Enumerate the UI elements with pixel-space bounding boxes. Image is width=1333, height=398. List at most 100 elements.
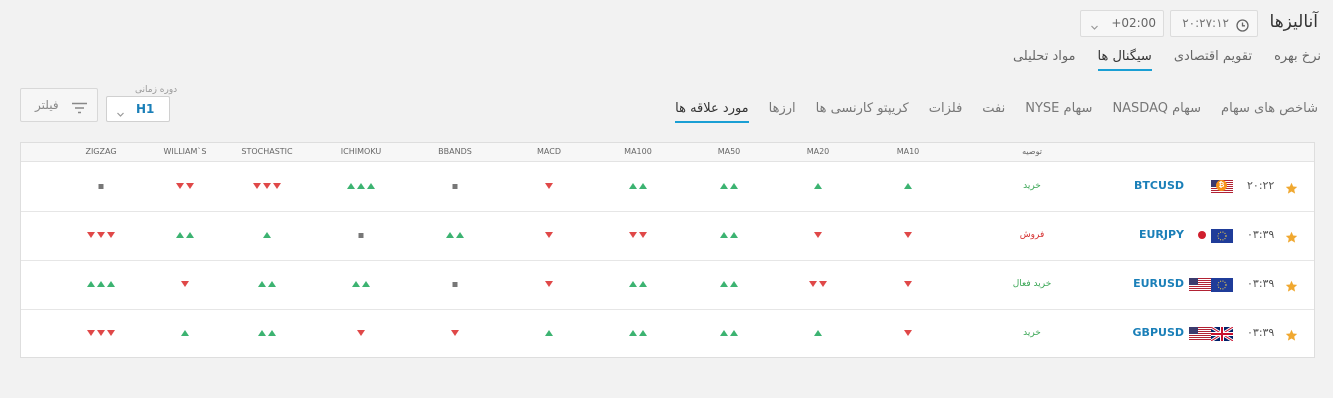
signal-indicator: [629, 231, 647, 239]
signal-down-icon: [545, 232, 553, 238]
row-symbol[interactable]: EURJPY: [1139, 228, 1184, 241]
column-header: ZIGZAG: [85, 147, 117, 156]
tab-stock-indices[interactable]: شاخص های سهام: [1221, 101, 1318, 123]
us-flag-icon: [1189, 326, 1211, 341]
signal-indicator: [347, 182, 375, 190]
signal-down-icon: [809, 281, 817, 287]
tab-analytical-materials[interactable]: مواد تحلیلی: [1013, 49, 1076, 71]
star-icon[interactable]: [1285, 278, 1298, 297]
column-header: BBANDS: [438, 147, 472, 156]
table-row[interactable]: ۰۳:۳۹ EURJPY فروش: [21, 212, 1314, 261]
signal-indicator: [352, 280, 370, 288]
server-time: ۲۰:۲۷:۱۲: [1182, 16, 1229, 30]
signal-up-icon: [258, 330, 266, 336]
server-time-display: ۲۰:۲۷:۱۲: [1170, 10, 1258, 37]
signal-indicator: [87, 329, 115, 337]
signal-down-icon: [629, 232, 637, 238]
eu-flag-icon: [1211, 277, 1233, 292]
signal-down-icon: [97, 330, 105, 336]
row-time: ۲۰:۲۲: [1247, 179, 1275, 192]
signal-up-icon: [176, 232, 184, 238]
signal-up-icon: [639, 330, 647, 336]
row-symbol[interactable]: GBPUSD: [1133, 326, 1184, 339]
signal-indicator: [904, 329, 912, 337]
signal-indicator: [545, 280, 553, 288]
signal-indicator: [904, 231, 912, 239]
signal-down-icon: [186, 183, 194, 189]
signal-up-icon: [720, 281, 728, 287]
column-header: توصیه: [1022, 147, 1042, 156]
signal-indicator: [253, 182, 281, 190]
signal-down-icon: [357, 330, 365, 336]
tab-nasdaq-stocks[interactable]: سهام NASDAQ: [1112, 101, 1201, 123]
signal-indicator: [263, 231, 271, 239]
recommendation: خرید: [1023, 328, 1041, 338]
signal-down-icon: [87, 232, 95, 238]
star-icon[interactable]: [1285, 229, 1298, 248]
column-header: WILLIAM`S: [163, 147, 207, 156]
eu-flag-icon: [1211, 228, 1233, 243]
tab-currencies[interactable]: ارزها: [769, 101, 796, 123]
signal-up-icon: [730, 281, 738, 287]
signal-indicator: [452, 182, 458, 190]
page-title: آنالیزها: [1269, 12, 1318, 32]
table-row[interactable]: ۰۳:۳۹ GBPUSD خرید: [21, 310, 1314, 359]
signal-indicator: [258, 329, 276, 337]
column-header: MA10: [896, 147, 920, 156]
signal-up-icon: [545, 330, 553, 336]
signal-down-icon: [107, 232, 115, 238]
signal-down-icon: [181, 281, 189, 287]
signal-neutral-icon: [452, 183, 458, 189]
row-symbol[interactable]: BTCUSD: [1134, 179, 1184, 192]
filter-button[interactable]: فیلتر: [20, 88, 98, 122]
signal-up-icon: [629, 281, 637, 287]
signal-down-icon: [545, 183, 553, 189]
tab-metals[interactable]: فلزات: [929, 101, 963, 123]
signal-up-icon: [629, 330, 637, 336]
row-time: ۰۳:۳۹: [1247, 228, 1275, 241]
tab-favorites[interactable]: مورد علاقه ها: [675, 101, 749, 123]
signal-down-icon: [451, 330, 459, 336]
signal-indicator: [87, 280, 115, 288]
signal-indicator: [451, 329, 459, 337]
tab-nyse-stocks[interactable]: سهام NYSE: [1025, 101, 1092, 123]
signal-up-icon: [347, 183, 355, 189]
star-icon[interactable]: [1285, 180, 1298, 199]
period-select[interactable]: H1: [106, 96, 170, 122]
signal-up-icon: [730, 232, 738, 238]
uk-flag-icon: [1210, 325, 1234, 343]
signal-up-icon: [639, 281, 647, 287]
japan-flag-icon: [1198, 231, 1206, 239]
signal-down-icon: [273, 183, 281, 189]
signal-indicator: [357, 329, 365, 337]
signals-table: توصیه MA10 MA20 MA50 MA100 MACD BBANDS ICHIMOKU…: [20, 142, 1315, 358]
us-flag-icon: [1189, 277, 1211, 292]
tab-cryptocurrencies[interactable]: کریپتو کارنسی ها: [816, 101, 909, 123]
filter-icon: [71, 99, 88, 118]
tab-interest-rates[interactable]: نرخ بهره: [1274, 49, 1321, 71]
signal-indicator: [814, 182, 822, 190]
signal-indicator: [809, 280, 827, 288]
column-header: MA100: [624, 147, 652, 156]
timezone-value: +02:00: [1111, 16, 1156, 30]
table-row[interactable]: ۲۰:۲۲ ₿ BTCUSD خرید: [21, 163, 1314, 212]
timezone-select[interactable]: +02:00: [1080, 10, 1164, 37]
star-icon[interactable]: [1285, 327, 1298, 346]
signal-up-icon: [87, 281, 95, 287]
tab-oil[interactable]: نفت: [982, 101, 1005, 123]
row-time: ۰۳:۳۹: [1247, 277, 1275, 290]
row-time: ۰۳:۳۹: [1247, 326, 1275, 339]
signal-up-icon: [97, 281, 105, 287]
signal-up-icon: [362, 281, 370, 287]
signal-indicator: [181, 280, 189, 288]
signal-neutral-icon: [98, 183, 104, 189]
signal-down-icon: [107, 330, 115, 336]
table-row[interactable]: ۰۳:۳۹ EURUSD خرید فعال: [21, 261, 1314, 310]
tab-economic-calendar[interactable]: تقویم اقتصادی: [1174, 49, 1252, 71]
column-header: MA20: [806, 147, 830, 156]
signal-indicator: [545, 231, 553, 239]
row-symbol[interactable]: EURUSD: [1133, 277, 1184, 290]
tab-signals[interactable]: سیگنال ها: [1097, 49, 1152, 71]
period-label: دوره زمانی: [135, 85, 178, 95]
signal-up-icon: [730, 183, 738, 189]
